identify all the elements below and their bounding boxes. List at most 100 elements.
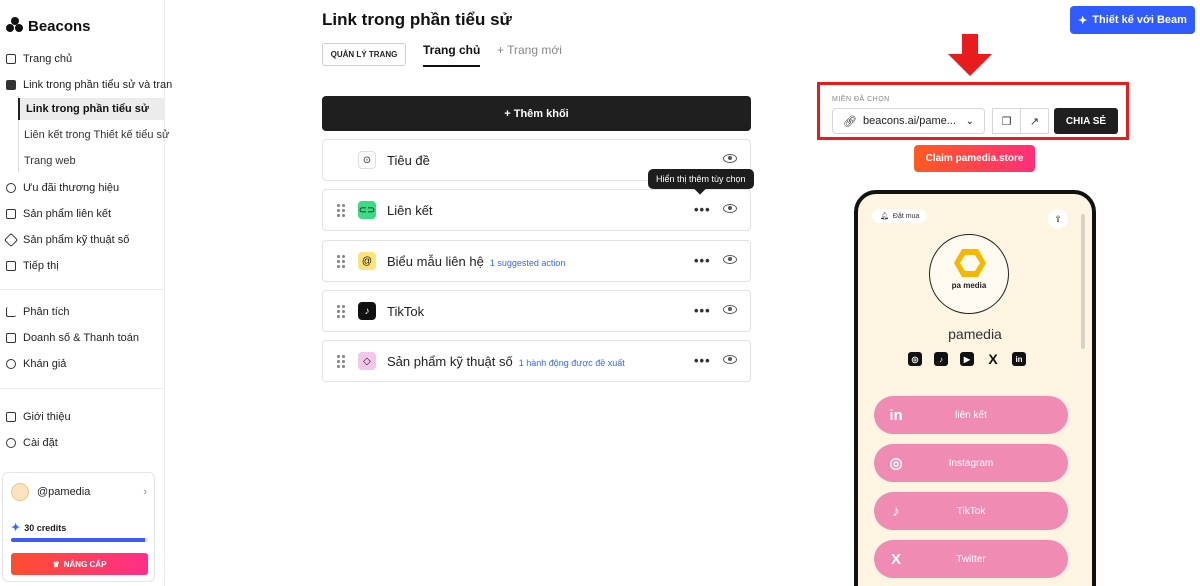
linkedin-icon[interactable]: in — [1012, 352, 1026, 366]
avatar — [11, 483, 29, 501]
beacons-logo-icon — [6, 17, 24, 35]
cart-icon — [6, 209, 16, 219]
eye-icon[interactable] — [723, 154, 737, 163]
beacons-logo[interactable]: Beacons — [6, 17, 91, 35]
x-icon[interactable]: X — [986, 351, 1000, 367]
sidebar-item-label: Link trong phần tiểu sử và tran — [23, 79, 173, 91]
more-options-icon[interactable]: ••• — [694, 202, 711, 217]
eye-icon[interactable] — [723, 255, 737, 264]
domain-select[interactable]: 🔗︎ beacons.ai/pame... ⌄ — [832, 108, 985, 134]
youtube-icon[interactable]: ▶ — [960, 352, 974, 366]
profile-name: pamedia — [948, 326, 1002, 342]
instagram-icon[interactable]: ◎ — [908, 352, 922, 366]
brand-name: Beacons — [28, 17, 91, 35]
link-icon: ⊂⊃ — [358, 201, 376, 219]
sidebar-item-label: Ưu đãi thương hiệu — [23, 182, 120, 194]
order-label: Đặt mua — [892, 212, 920, 220]
block-links[interactable]: ⊂⊃ Liên kết ••• — [322, 189, 751, 231]
external-link-icon: ↗ — [1029, 115, 1040, 128]
sidebar-item-brand-deals[interactable]: Ưu đãi thương hiệu — [6, 178, 119, 198]
sidebar-divider — [0, 388, 164, 389]
sidebar-item-label: Cài đặt — [23, 437, 58, 449]
sidebar-item-label: Giới thiệu — [23, 411, 71, 423]
handshake-icon — [6, 183, 16, 193]
sidebar-item-digital-products[interactable]: Sản phẩm kỹ thuật số — [3, 230, 130, 250]
hexagon-logo-icon — [954, 249, 986, 277]
people-icon — [6, 359, 16, 369]
phone-link-button-links[interactable]: in liên kết — [874, 396, 1068, 434]
link-button-label: liên kết — [955, 409, 987, 421]
tab-new-page[interactable]: + Trang mới — [497, 43, 562, 67]
credits-progress-bar — [11, 538, 148, 542]
upgrade-button[interactable]: ♛ NÂNG CẤP — [11, 553, 148, 575]
profile-handle: @pamedia — [37, 486, 91, 498]
tab-home[interactable]: Trang chủ — [423, 43, 481, 67]
domain-value: beacons.ai/pame... — [862, 115, 956, 127]
profile-switcher[interactable]: @pamedia › — [11, 483, 147, 501]
order-button[interactable]: 🔔︎ Đặt mua — [872, 209, 928, 223]
eye-icon[interactable] — [723, 355, 737, 364]
sidebar-item-label: Sản phẩm kỹ thuật số — [23, 234, 130, 246]
phone-link-button-tiktok[interactable]: ♪ TikTok — [874, 492, 1068, 530]
sidebar-item-label: Doanh số & Thanh toán — [23, 332, 139, 344]
cart-icon — [6, 333, 16, 343]
drag-handle-icon[interactable] — [337, 355, 345, 368]
phone-link-button-twitter[interactable]: X Twitter — [874, 540, 1068, 578]
sidebar: Beacons Trang chủ Link trong phần tiểu s… — [0, 0, 172, 586]
linkedin-icon: in — [889, 406, 903, 424]
drag-handle-icon[interactable] — [337, 255, 345, 268]
page-title: Link trong phần tiểu sử — [322, 10, 512, 29]
claim-domain-button[interactable]: Claim pamedia.store — [914, 145, 1035, 172]
block-digital-products[interactable]: ◇ Sản phẩm kỹ thuật số 1 hành động được đ… — [322, 340, 751, 382]
block-contact-form[interactable]: @ Biểu mẫu liên hệ 1 suggested action ••• — [322, 240, 751, 282]
sidebar-item-analytics[interactable]: Phân tích — [6, 302, 69, 322]
sidebar-item-affiliate[interactable]: Sản phẩm liên kết — [6, 204, 111, 224]
sidebar-item-marketing[interactable]: Tiếp thị — [6, 256, 59, 276]
sidebar-item-referral[interactable]: Giới thiệu — [6, 407, 71, 427]
sidebar-subitem-bio-design-links[interactable]: Liên kết trong Thiết kế tiểu sử — [18, 124, 169, 146]
eye-icon[interactable] — [723, 305, 737, 314]
grid-icon — [6, 80, 16, 90]
copy-button[interactable]: ❐ — [992, 108, 1021, 134]
sidebar-item-label: Khán giả — [23, 358, 67, 370]
chevron-down-icon: ⌄ — [965, 115, 974, 127]
profile-card: @pamedia › ✦ 30 credits ♛ NÂNG CẤP — [2, 472, 155, 582]
open-external-button[interactable]: ↗ — [1020, 108, 1049, 134]
social-icons: ◎ ♪ ▶ X in — [908, 351, 1026, 367]
sidebar-subitem-link-in-bio[interactable]: Link trong phần tiểu sử — [18, 98, 164, 120]
home-icon — [6, 54, 16, 64]
tiktok-icon[interactable]: ♪ — [934, 352, 948, 366]
phone-preview: 🔔︎ Đặt mua ⇪ pa media pamedia ◎ ♪ ▶ X in… — [854, 190, 1096, 586]
upgrade-label: NÂNG CẤP — [63, 559, 107, 569]
design-with-beam-button[interactable]: ✦ Thiết kế với Beam — [1070, 6, 1195, 34]
add-block-button[interactable]: + Thêm khối — [322, 96, 751, 131]
sidebar-subitem-website[interactable]: Trang web — [18, 150, 76, 172]
drag-handle-icon[interactable] — [337, 305, 345, 318]
sidebar-item-label: Tiếp thị — [23, 260, 59, 272]
share-icon[interactable]: ⇪ — [1048, 209, 1068, 229]
sidebar-item-link-in-bio[interactable]: Link trong phần tiểu sử và tran — [6, 75, 172, 95]
block-tiktok[interactable]: ♪ TikTok ••• — [322, 290, 751, 332]
sidebar-item-sales[interactable]: Doanh số & Thanh toán — [6, 328, 139, 348]
sidebar-item-settings[interactable]: Cài đặt — [6, 433, 58, 453]
at-sign-icon: @ — [358, 252, 376, 270]
sidebar-item-home[interactable]: Trang chủ — [6, 49, 72, 69]
sidebar-item-label: Sản phẩm liên kết — [23, 208, 112, 220]
more-options-icon[interactable]: ••• — [694, 353, 711, 368]
more-options-icon[interactable]: ••• — [694, 253, 711, 268]
drag-handle-icon[interactable] — [337, 204, 345, 217]
megaphone-icon — [6, 261, 16, 271]
suggested-action-link[interactable]: 1 hành động được đề xuất — [519, 358, 625, 368]
eye-icon[interactable] — [723, 204, 737, 213]
sparkle-icon: ✦ — [11, 522, 21, 534]
more-options-icon[interactable]: ••• — [694, 303, 711, 318]
sidebar-item-audience[interactable]: Khán giả — [6, 354, 66, 374]
manage-page-button[interactable]: QUẢN LÝ TRANG — [322, 43, 406, 66]
phone-link-button-instagram[interactable]: ◎ Instagram — [874, 444, 1068, 482]
block-title: TikTok — [387, 304, 425, 319]
crown-icon: ♛ — [52, 559, 60, 569]
block-title: Biểu mẫu liên hệ 1 suggested action — [387, 254, 565, 269]
suggested-action-link[interactable]: 1 suggested action — [490, 258, 566, 268]
more-options-tooltip: Hiển thị thêm tùy chọn — [648, 169, 754, 189]
share-button[interactable]: CHIA SẺ — [1054, 108, 1118, 134]
